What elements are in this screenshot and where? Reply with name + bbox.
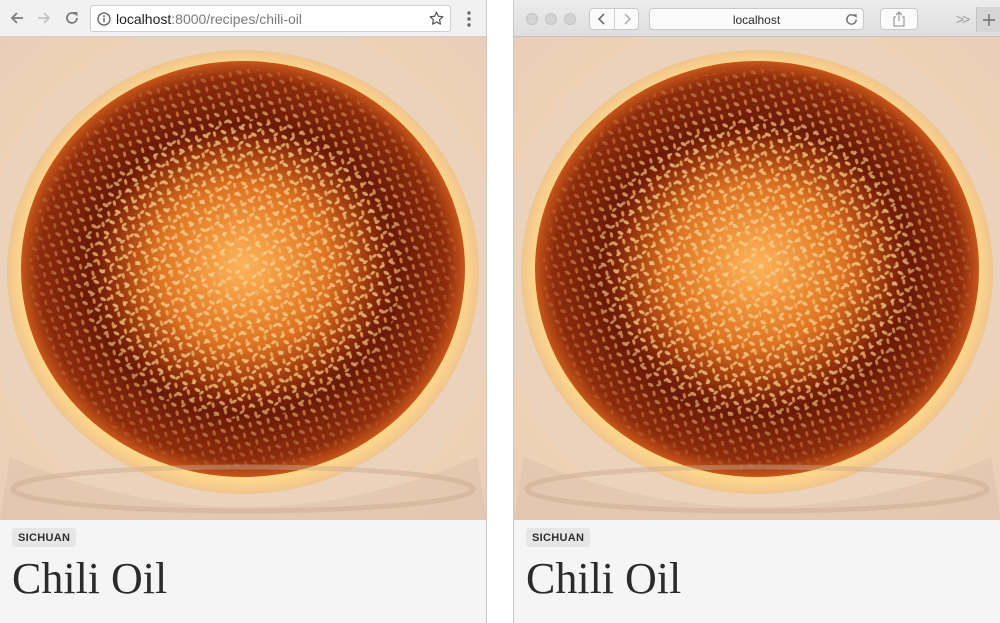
recipe-page: SICHUAN Chili Oil xyxy=(514,37,1000,623)
chili-oil-bowl-photo xyxy=(0,37,486,520)
recipe-page: SICHUAN Chili Oil xyxy=(0,37,486,623)
hero-image xyxy=(0,37,486,520)
close-window-button[interactable] xyxy=(526,13,538,25)
cuisine-tag[interactable]: SICHUAN xyxy=(526,528,591,547)
chrome-toolbar: localhost:8000/recipes/chili-oil xyxy=(0,0,486,37)
safari-browser-window: localhost >> SICHUAN Chili Oil xyxy=(513,0,1000,623)
recipe-title: Chili Oil xyxy=(526,554,682,603)
chevron-left-icon xyxy=(597,13,605,25)
reload-button[interactable] xyxy=(61,7,83,29)
info-icon[interactable] xyxy=(97,12,111,26)
chrome-browser-window: localhost:8000/recipes/chili-oil SICHUAN… xyxy=(0,0,487,623)
url-path: :8000/recipes/chili-oil xyxy=(171,11,302,27)
new-tab-button[interactable] xyxy=(976,7,1000,32)
forward-button[interactable] xyxy=(33,7,55,29)
url-host: localhost xyxy=(732,13,781,27)
chevron-right-icon xyxy=(623,13,631,25)
safari-toolbar: localhost >> xyxy=(514,0,1000,37)
plus-icon xyxy=(983,13,995,26)
history-nav xyxy=(589,8,639,30)
cuisine-tag[interactable]: SICHUAN xyxy=(12,528,77,547)
star-icon[interactable] xyxy=(428,10,445,27)
url-text[interactable]: localhost:8000/recipes/chili-oil xyxy=(116,11,302,27)
address-bar[interactable]: localhost:8000/recipes/chili-oil xyxy=(90,5,451,32)
arrow-left-icon xyxy=(10,12,23,24)
share-icon xyxy=(893,11,905,27)
minimize-window-button[interactable] xyxy=(545,13,557,25)
reload-icon xyxy=(66,12,78,24)
kebab-menu-icon[interactable] xyxy=(462,8,476,30)
hero-image xyxy=(514,37,1000,520)
zoom-window-button[interactable] xyxy=(564,13,576,25)
recipe-title: Chili Oil xyxy=(12,554,168,603)
share-button[interactable] xyxy=(880,8,918,30)
forward-button[interactable] xyxy=(614,9,638,29)
back-button[interactable] xyxy=(6,7,28,29)
toolbar-overflow-button[interactable]: >> xyxy=(956,11,970,27)
address-bar[interactable]: localhost xyxy=(649,8,864,30)
chili-oil-bowl-photo xyxy=(514,37,1000,520)
arrow-right-icon xyxy=(38,12,51,24)
reload-icon[interactable] xyxy=(844,12,859,27)
back-button[interactable] xyxy=(590,9,614,29)
url-host: localhost xyxy=(116,11,172,27)
